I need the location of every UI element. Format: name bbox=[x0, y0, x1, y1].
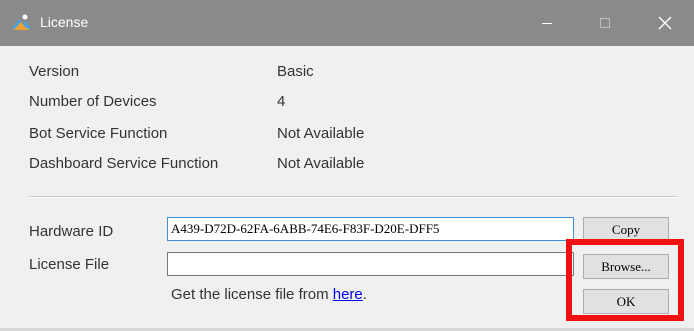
close-button[interactable] bbox=[642, 0, 688, 46]
dashboard-service-label: Dashboard Service Function bbox=[29, 155, 219, 172]
ok-button[interactable]: OK bbox=[583, 289, 669, 314]
dashboard-service-value: Not Available bbox=[277, 155, 365, 172]
hint-suffix: . bbox=[362, 286, 367, 303]
license-file-label: License File bbox=[29, 256, 110, 273]
section-divider bbox=[29, 196, 677, 198]
hardware-id-field[interactable]: A439-D72D-62FA-6ABB-74E6-F83F-D20E-DFF5 bbox=[167, 217, 574, 241]
hint-prefix: Get the license file from bbox=[171, 286, 333, 303]
license-file-field[interactable] bbox=[167, 252, 574, 276]
device-count-value: 4 bbox=[277, 93, 286, 110]
browse-button[interactable]: Browse... bbox=[583, 254, 669, 279]
minimize-icon bbox=[541, 17, 553, 29]
bot-service-value: Not Available bbox=[277, 125, 365, 142]
device-count-label: Number of Devices bbox=[29, 93, 157, 110]
version-label: Version bbox=[29, 63, 80, 80]
minimize-button[interactable] bbox=[524, 0, 570, 46]
license-hint: Get the license file from here. bbox=[171, 286, 367, 303]
title-bar[interactable]: License bbox=[0, 0, 694, 46]
app-logo-icon bbox=[10, 13, 32, 33]
version-value: Basic bbox=[277, 63, 314, 80]
here-link[interactable]: here bbox=[333, 286, 363, 303]
window-title: License bbox=[40, 14, 89, 30]
license-dialog: License Version Basic Number of Devices … bbox=[0, 0, 694, 331]
bot-service-label: Bot Service Function bbox=[29, 125, 168, 142]
copy-button[interactable]: Copy bbox=[583, 217, 669, 242]
maximize-icon bbox=[599, 17, 611, 29]
close-icon bbox=[658, 16, 672, 30]
maximize-button[interactable] bbox=[582, 0, 628, 46]
hardware-id-label: Hardware ID bbox=[29, 223, 114, 240]
